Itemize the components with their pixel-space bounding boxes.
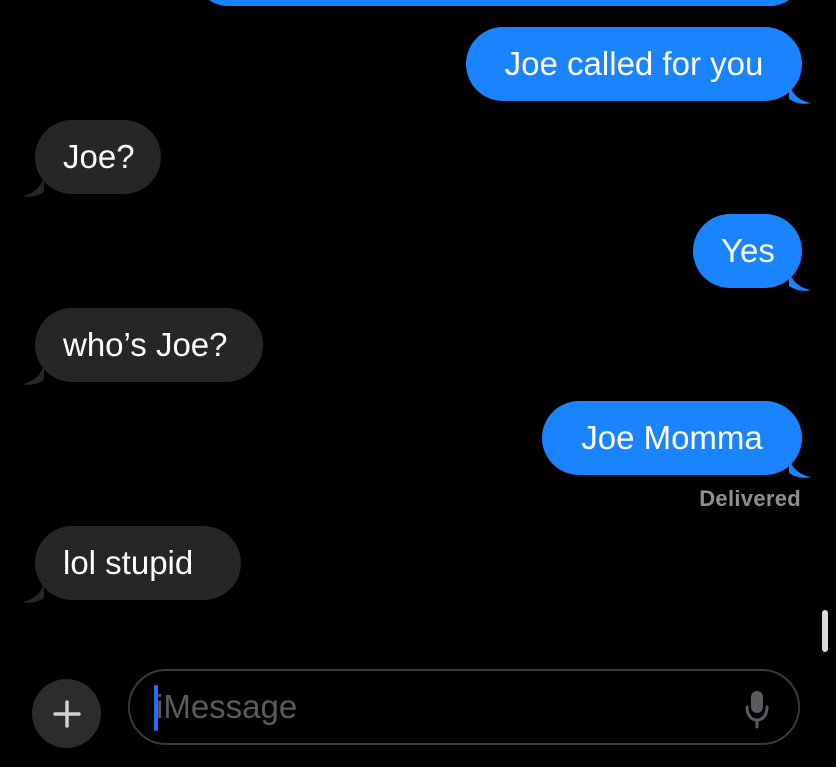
message-bubble-sent[interactable]: Joe Momma (542, 401, 802, 475)
scroll-indicator[interactable] (822, 610, 828, 652)
message-bubble-sent[interactable]: Joe called for you (466, 27, 802, 101)
message-text: lol stupid (63, 544, 194, 581)
message-input-placeholder: iMessage (156, 688, 298, 725)
message-text: Joe called for you (504, 45, 764, 82)
bubble-tail (22, 364, 44, 385)
message-text: Yes (721, 232, 775, 269)
bubble-tail (789, 270, 811, 291)
message-text: Joe? (63, 138, 135, 175)
bubble-tail (789, 83, 811, 104)
message-input[interactable]: iMessage (128, 669, 800, 745)
message-bubble-received[interactable]: Joe? (35, 120, 161, 194)
message-text: Joe Momma (581, 419, 763, 456)
plus-icon (52, 699, 81, 728)
microphone-icon[interactable] (744, 689, 770, 729)
message-bubble-sent-cropped[interactable] (195, 0, 803, 6)
message-bubble-received[interactable]: who’s Joe? (35, 308, 263, 382)
add-attachment-button[interactable] (32, 679, 101, 748)
bubble-tail (789, 457, 811, 478)
bubble-tail (22, 176, 44, 197)
delivered-status: Delivered (699, 486, 801, 511)
message-bubble-received[interactable]: lol stupid (35, 526, 241, 600)
message-bubble-sent[interactable]: Yes (693, 214, 802, 288)
message-text: who’s Joe? (63, 326, 228, 363)
bubble-tail (22, 582, 44, 603)
